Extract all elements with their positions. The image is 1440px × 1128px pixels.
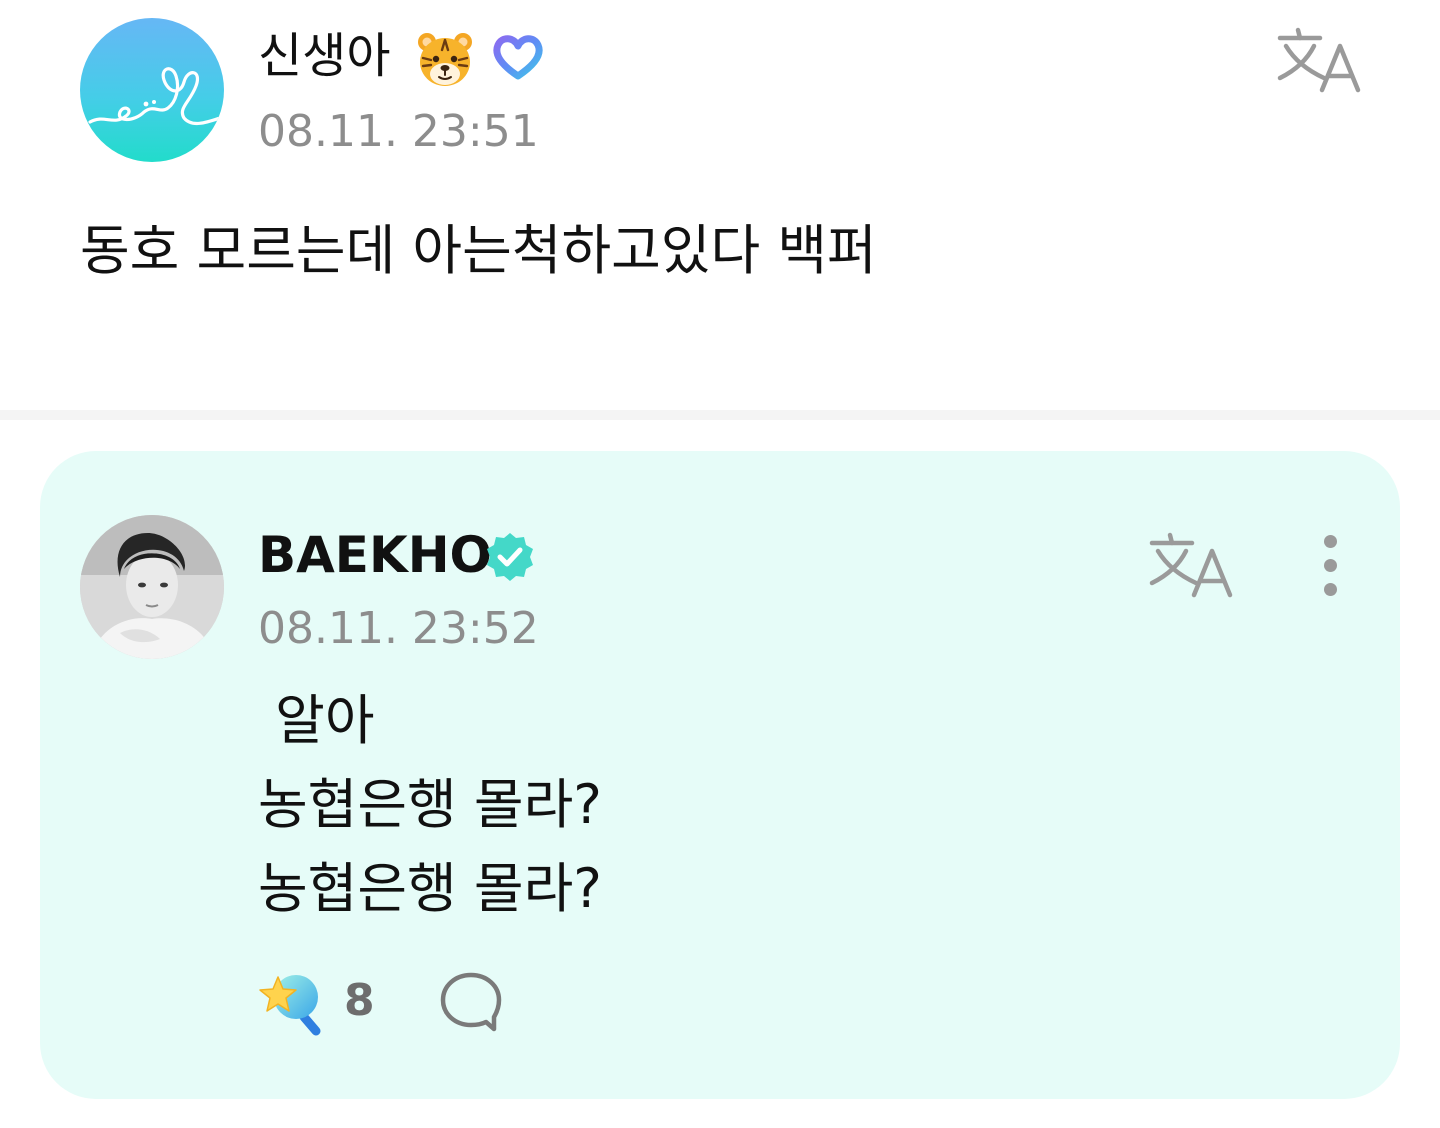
translate-icon	[1149, 532, 1233, 598]
more-vertical-icon	[1324, 559, 1337, 572]
section-divider	[0, 410, 1440, 420]
artist-avatar[interactable]	[80, 515, 224, 659]
reply-button[interactable]	[438, 969, 504, 1035]
artist-username[interactable]: BAEKHO	[258, 527, 492, 583]
artist-comment-timestamp: 08.11. 23:52	[258, 603, 539, 654]
heart-scribble-icon	[88, 67, 222, 126]
more-vertical-icon	[1324, 535, 1337, 548]
fan-avatar[interactable]	[80, 18, 224, 162]
artist-comment-body: 알아 농협은행 몰라? 농협은행 몰라?	[258, 679, 602, 931]
more-vertical-icon	[1324, 583, 1337, 596]
fan-post-body: 동호 모르는데 아는척하고있다 백퍼	[80, 219, 877, 282]
more-options-button[interactable]	[1310, 531, 1350, 601]
speech-bubble-icon	[440, 972, 502, 1032]
fan-post: 신생아 08.11. 23:51 동호 모르는데 아는척하고있다 백퍼	[0, 0, 1440, 410]
reaction-bar: 8	[258, 967, 578, 1037]
comment-line: 농협은행 몰라?	[258, 773, 602, 836]
translate-icon	[1277, 27, 1361, 93]
like-count: 8	[344, 975, 375, 1026]
lightstick-star-icon	[259, 975, 321, 1036]
comment-line: 농협은행 몰라?	[258, 857, 602, 920]
fan-username[interactable]: 신생아	[258, 28, 390, 84]
translate-button[interactable]	[1146, 529, 1234, 599]
artist-comment-card: BAEKHO 08.11. 23:52 알아 농협은행 몰라? 농협은행 몰라?	[40, 451, 1400, 1099]
purple-heart-badge-icon	[490, 32, 546, 82]
fan-post-timestamp: 08.11. 23:51	[258, 106, 539, 157]
translate-button[interactable]	[1274, 24, 1362, 94]
artist-photo-icon	[80, 515, 224, 659]
tiger-face-icon	[415, 30, 475, 90]
comment-line: 알아	[258, 689, 375, 752]
verified-icon	[484, 531, 536, 583]
like-button[interactable]	[258, 967, 328, 1037]
